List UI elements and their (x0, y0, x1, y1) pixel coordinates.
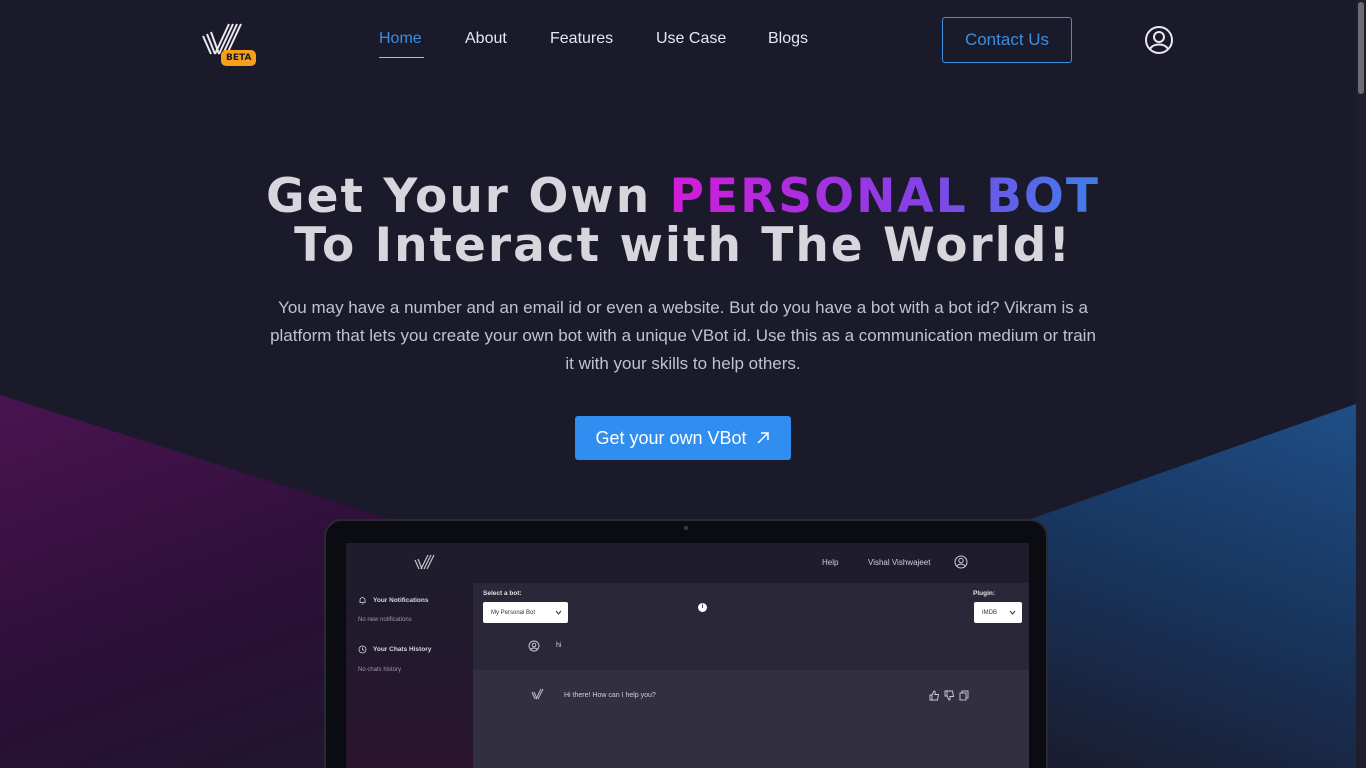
page-scrollbar[interactable] (1356, 0, 1366, 768)
history-icon (358, 645, 367, 654)
notifications-heading: Your Notifications (358, 596, 429, 605)
select-bot-value: My Personal Bot (491, 609, 536, 616)
chevron-down-icon (1009, 610, 1016, 615)
chat-message-bot: Hi there! How can I help you? (473, 670, 1029, 768)
thumbs-up-icon (929, 690, 940, 701)
hero-title: Get Your Own PERSONAL BOT To Interact wi… (0, 172, 1366, 270)
arrow-up-right-icon (757, 432, 769, 444)
nav-blogs[interactable]: Blogs (768, 30, 808, 48)
nav-about[interactable]: About (465, 30, 507, 48)
user-avatar-icon (528, 640, 540, 652)
user-account-icon[interactable] (1144, 25, 1174, 55)
preview-chat-area: Select a bot: My Personal Bot i Plugin: … (473, 583, 1029, 768)
notifications-empty: No new notifications (358, 617, 412, 623)
bell-icon (359, 597, 366, 605)
preview-user-name: Vishal Vishwajeet (868, 558, 931, 567)
copy-icon (959, 690, 969, 701)
preview-user-icon (954, 555, 968, 569)
laptop-camera (684, 526, 688, 530)
info-icon: i (698, 603, 707, 612)
thumbs-down-icon (944, 690, 955, 701)
select-bot-dropdown: My Personal Bot (483, 602, 568, 623)
bot-avatar-icon (531, 688, 544, 700)
preview-help-link: Help (822, 558, 839, 567)
preview-sidebar: Your Notifications No new notifications … (346, 583, 473, 768)
notifications-title: Your Notifications (373, 597, 429, 604)
plugin-value: IMDB (982, 609, 997, 616)
get-vbot-label: Get your own VBot (595, 427, 747, 448)
contact-us-button[interactable]: Contact Us (942, 17, 1072, 63)
nav-active-underline (379, 57, 424, 58)
nav-use-case[interactable]: Use Case (656, 30, 726, 48)
background-shape-right (1006, 404, 1356, 768)
hero-subtitle: You may have a number and an email id or… (270, 298, 1096, 373)
hero-title-prefix: Get Your Own (266, 169, 670, 224)
nav-features[interactable]: Features (550, 30, 613, 48)
hero-title-highlight: PERSONAL BOT (669, 169, 1100, 224)
bot-message-text: Hi there! How can I help you? (564, 692, 656, 699)
history-title: Your Chats History (373, 646, 432, 653)
user-message-text: hi (556, 642, 562, 649)
chat-message-user: hi (473, 625, 1029, 670)
history-empty: No chats history (358, 667, 402, 673)
hero-title-line2: To Interact with The World! (294, 218, 1072, 273)
preview-logo-icon (414, 554, 435, 570)
app-preview-screen: Help Vishal Vishwajeet Your Notification… (346, 543, 1029, 768)
scrollbar-thumb[interactable] (1358, 2, 1364, 94)
plugin-dropdown: IMDB (974, 602, 1022, 623)
beta-badge: BETA (221, 50, 257, 66)
plugin-label: Plugin: (973, 590, 996, 597)
preview-header: Help Vishal Vishwajeet (346, 543, 1029, 583)
chevron-down-icon (555, 610, 562, 615)
history-heading: Your Chats History (358, 645, 431, 654)
get-vbot-button[interactable]: Get your own VBot (575, 416, 791, 460)
nav-home[interactable]: Home (379, 30, 422, 48)
select-bot-label: Select a bot: (483, 590, 522, 597)
